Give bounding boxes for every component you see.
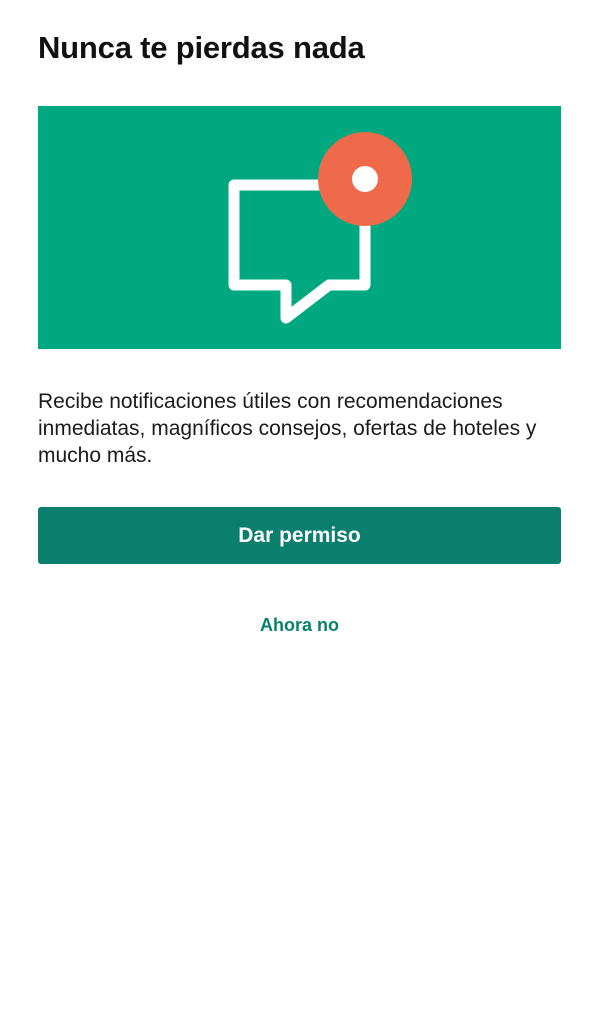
page-title: Nunca te pierdas nada: [38, 30, 365, 65]
allow-permission-button[interactable]: Dar permiso: [38, 507, 561, 564]
hero-banner: [38, 106, 561, 349]
description-text: Recibe notificaciones útiles con recomen…: [38, 390, 537, 467]
not-now-button[interactable]: Ahora no: [200, 608, 399, 642]
chat-bubble-notification-icon: [228, 132, 412, 324]
